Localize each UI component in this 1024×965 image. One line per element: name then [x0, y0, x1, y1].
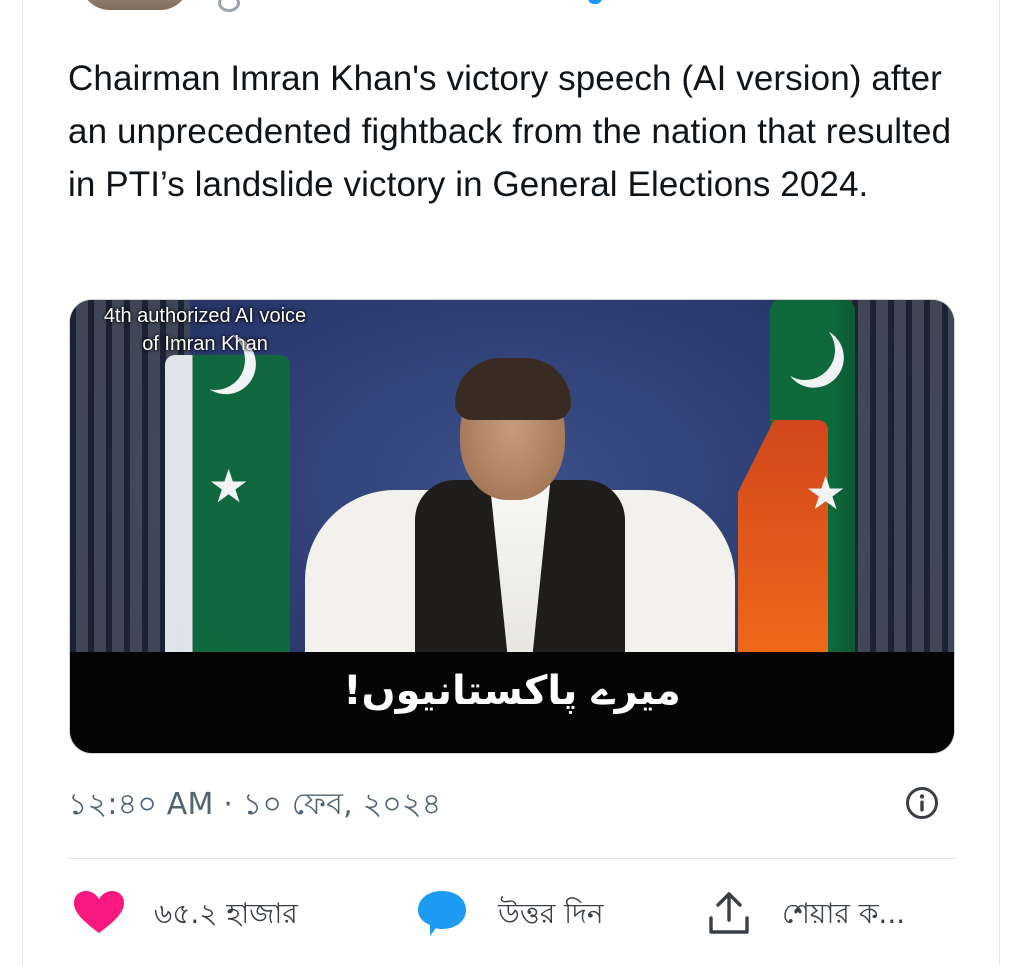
share-button[interactable]: শেয়ার ক... [706, 890, 905, 940]
share-upload-icon [706, 890, 752, 941]
tweet-timestamp[interactable]: ১২:৪০ AM · ১০ ফেব, ২০২৪ [68, 780, 441, 831]
speaker-hair [455, 358, 571, 420]
actions-divider [68, 858, 956, 859]
speaker-figure [300, 330, 740, 665]
tweet-detail-page: Chairman Imran Khan's victory speech (AI… [0, 0, 1024, 965]
video-media[interactable]: ★ ★ 4th authorized AI voice of Imran Kha… [70, 300, 954, 753]
reply-label: উত্তর দিন [498, 896, 604, 930]
ai-voice-watermark: 4th authorized AI voice of Imran Khan [70, 300, 340, 358]
right-border [999, 0, 1000, 965]
watermark-line-1: 4th authorized AI voice [103, 305, 307, 327]
heart-icon [74, 890, 124, 940]
star-left-icon: ★ [208, 460, 250, 512]
tweet-text: Chairman Imran Khan's victory speech (AI… [68, 59, 952, 204]
star-right-icon: ★ [805, 467, 847, 519]
author-avatar[interactable] [80, 0, 190, 10]
author-handle-fragment [218, 0, 240, 12]
share-label: শেয়ার ক... [782, 896, 906, 930]
like-button[interactable]: ৬৫.২ হাজার [74, 890, 298, 940]
speech-bubble-icon [416, 889, 468, 942]
like-count: ৬৫.২ হাজার [154, 896, 298, 930]
left-border [22, 0, 23, 965]
watermark-line-2: of Imran Khan [142, 333, 268, 355]
info-icon[interactable] [905, 786, 939, 820]
reply-button[interactable]: উত্তর দিন [416, 890, 604, 940]
video-subtitle: میرے پاکستانیوں! [343, 668, 681, 714]
verified-badge-icon [588, 0, 602, 4]
